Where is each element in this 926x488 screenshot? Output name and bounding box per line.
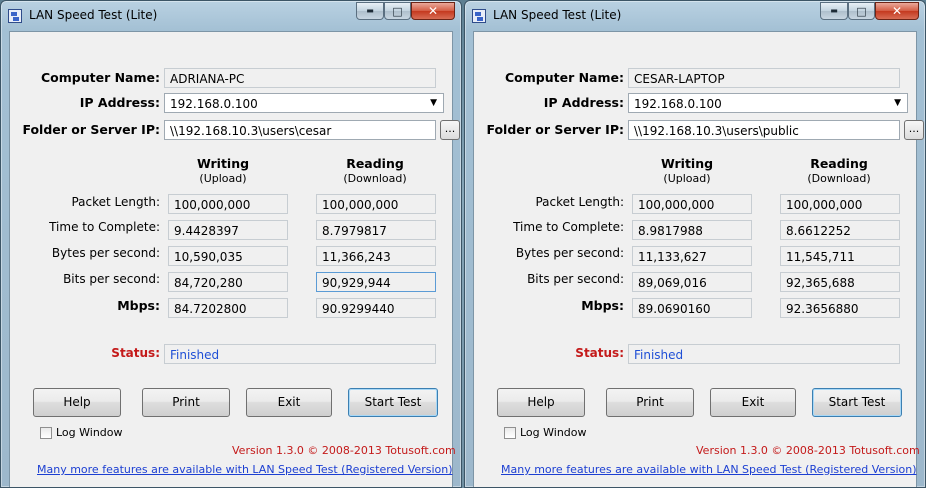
print-button[interactable]: Print [606,388,694,417]
mbps-write: 84.7202800 [168,298,288,318]
app-icon [472,9,486,23]
reading-header: Reading (Download) [784,156,894,185]
mbps-label: Mbps: [581,298,624,313]
status-field: Finished [628,344,900,364]
upload-subtitle: (Upload) [663,172,711,185]
bytes-read: 11,545,711 [780,246,900,266]
lan-speed-test-window-1: LAN Speed Test (Lite) ▬ □ ✕ Computer Nam… [0,0,462,488]
time-to-complete-label: Time to Complete: [513,220,624,234]
ip-address-label: IP Address: [79,95,160,110]
ip-address-select[interactable]: 192.168.0.100 ▼ [164,93,444,113]
exit-button[interactable]: Exit [246,388,332,417]
mbps-label: Mbps: [117,298,160,313]
time-write: 9.4428397 [168,220,288,240]
maximize-button[interactable]: □ [848,2,875,20]
download-subtitle: (Download) [343,172,407,185]
bits-per-second-label: Bits per second: [63,272,160,286]
maximize-button[interactable]: □ [384,2,411,20]
packet-length-read: 100,000,000 [780,194,900,214]
bits-write: 89,069,016 [632,272,752,292]
ip-address-label: IP Address: [543,95,624,110]
start-test-button[interactable]: Start Test [812,388,902,417]
exit-button[interactable]: Exit [710,388,796,417]
start-test-button[interactable]: Start Test [348,388,438,417]
time-read: 8.6612252 [780,220,900,240]
help-button[interactable]: Help [33,388,121,417]
bytes-write: 10,590,035 [168,246,288,266]
folder-input[interactable]: \\192.168.10.3\users\public [628,120,900,140]
computer-name-label: Computer Name: [40,70,160,85]
client-area: Computer Name: ADRIANA-PC IP Address: 19… [9,31,460,487]
close-button[interactable]: ✕ [411,2,455,20]
bits-per-second-label: Bits per second: [527,272,624,286]
bits-write: 84,720,280 [168,272,288,292]
log-window-label[interactable]: Log Window [520,426,587,439]
time-to-complete-label: Time to Complete: [49,220,160,234]
bytes-per-second-label: Bytes per second: [51,246,160,260]
folder-input[interactable]: \\192.168.10.3\users\cesar [164,120,436,140]
reading-title: Reading [810,156,868,171]
time-write: 8.9817988 [632,220,752,240]
packet-length-label: Packet Length: [535,195,624,209]
lan-speed-test-window-2: LAN Speed Test (Lite) ▬ □ ✕ Computer Nam… [464,0,926,488]
writing-header: Writing (Upload) [632,156,742,185]
close-button[interactable]: ✕ [875,2,919,20]
bytes-per-second-label: Bytes per second: [515,246,624,260]
minimize-button[interactable]: ▬ [820,2,848,20]
ip-address-select[interactable]: 192.168.0.100 ▼ [628,93,908,113]
packet-length-write: 100,000,000 [168,194,288,214]
mbps-read: 92.3656880 [780,298,900,318]
log-window-checkbox[interactable] [40,427,52,439]
version-text: Version 1.3.0 © 2008-2013 Totusoft.com [232,444,456,457]
time-read: 8.7979817 [316,220,436,240]
writing-title: Writing [660,156,714,171]
computer-name-field: CESAR-LAPTOP [628,68,900,88]
browse-button[interactable]: ... [440,120,460,140]
version-text: Version 1.3.0 © 2008-2013 Totusoft.com [696,444,920,457]
writing-title: Writing [196,156,250,171]
status-label: Status: [111,346,160,360]
upload-subtitle: (Upload) [199,172,247,185]
app-icon [8,9,22,23]
bytes-read: 11,366,243 [316,246,436,266]
computer-name-label: Computer Name: [504,70,624,85]
packet-length-read: 100,000,000 [316,194,436,214]
dropdown-arrow-icon: ▼ [894,98,901,108]
computer-name-field: ADRIANA-PC [164,68,436,88]
reading-title: Reading [346,156,404,171]
bits-read: 92,365,688 [780,272,900,292]
status-field: Finished [164,344,436,364]
bits-read: 90,929,944 [316,272,436,292]
print-button[interactable]: Print [142,388,230,417]
help-button[interactable]: Help [497,388,585,417]
folder-label: Folder or Server IP: [22,122,160,137]
log-window-checkbox[interactable] [504,427,516,439]
mbps-read: 90.9299440 [316,298,436,318]
title-bar[interactable]: LAN Speed Test (Lite) ▬ □ ✕ [465,1,925,31]
download-subtitle: (Download) [807,172,871,185]
browse-button[interactable]: ... [904,120,924,140]
registered-version-link[interactable]: Many more features are available with LA… [501,463,917,476]
dropdown-arrow-icon: ▼ [430,98,437,108]
writing-header: Writing (Upload) [168,156,278,185]
packet-length-write: 100,000,000 [632,194,752,214]
client-area: Computer Name: CESAR-LAPTOP IP Address: … [473,31,924,487]
window-title: LAN Speed Test (Lite) [29,8,158,22]
ip-address-value: 192.168.0.100 [634,97,722,111]
ip-address-value: 192.168.0.100 [170,97,258,111]
registered-version-link[interactable]: Many more features are available with LA… [37,463,453,476]
reading-header: Reading (Download) [320,156,430,185]
log-window-label[interactable]: Log Window [56,426,123,439]
mbps-write: 89.0690160 [632,298,752,318]
window-title: LAN Speed Test (Lite) [493,8,622,22]
minimize-button[interactable]: ▬ [356,2,384,20]
status-label: Status: [575,346,624,360]
folder-label: Folder or Server IP: [486,122,624,137]
packet-length-label: Packet Length: [71,195,160,209]
bytes-write: 11,133,627 [632,246,752,266]
title-bar[interactable]: LAN Speed Test (Lite) ▬ □ ✕ [1,1,461,31]
